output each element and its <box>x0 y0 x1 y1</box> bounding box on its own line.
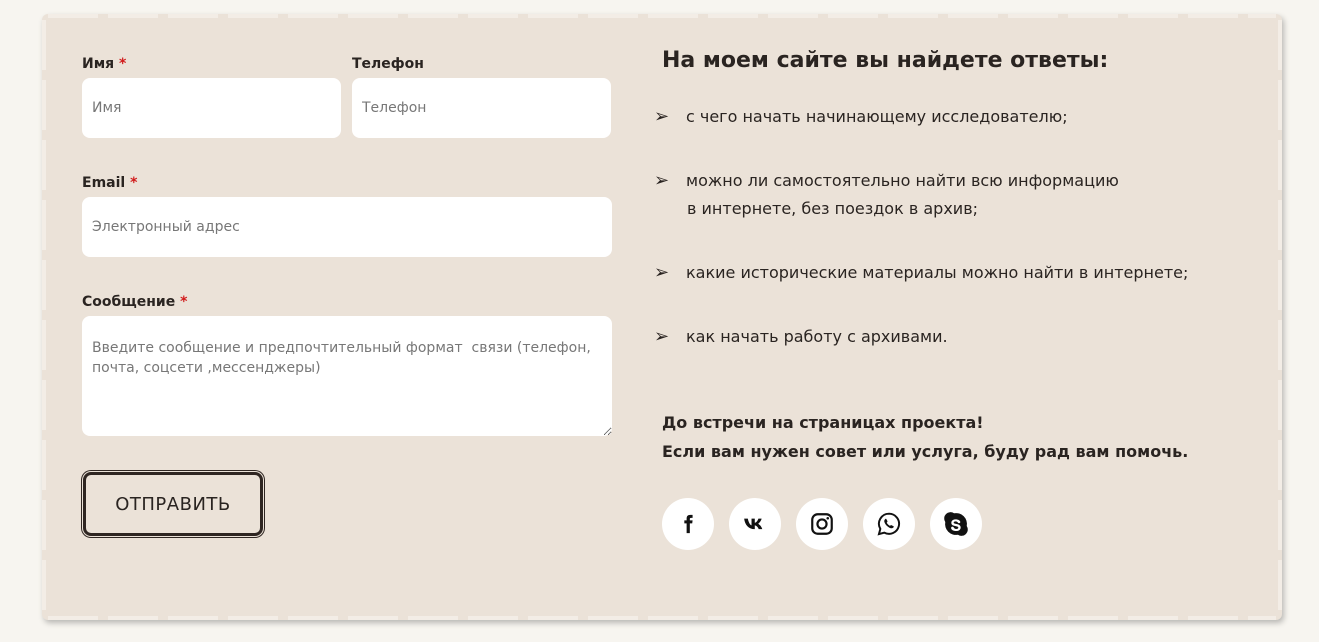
list-item-text: какие исторические материалы можно найти… <box>686 263 1189 282</box>
message-label: Сообщение * <box>82 294 187 310</box>
email-input[interactable] <box>82 197 612 257</box>
arrow-bullet-icon: ➢ <box>654 326 670 347</box>
arrow-bullet-icon: ➢ <box>654 262 670 283</box>
vk-link[interactable] <box>729 498 781 550</box>
submit-button[interactable]: ОТПРАВИТЬ <box>83 472 263 536</box>
name-label-text: Имя <box>82 56 115 72</box>
list-item-text: как начать работу с архивами. <box>686 327 948 346</box>
arrow-bullet-icon: ➢ <box>654 170 670 191</box>
phone-label: Телефон <box>352 56 424 72</box>
list-item: ➢ можно ли самостоятельно найти всю инфор… <box>654 168 1119 194</box>
card-border-right <box>1278 20 1282 614</box>
required-mark: * <box>119 56 127 72</box>
closing-line-1: До встречи на страницах проекта! <box>662 413 984 432</box>
required-mark: * <box>180 294 188 310</box>
instagram-icon <box>811 513 833 535</box>
card-border-left <box>42 20 46 614</box>
instagram-link[interactable] <box>796 498 848 550</box>
list-item: ➢ какие исторические материалы можно найт… <box>654 260 1188 286</box>
list-item: ➢ с чего начать начинающему исследователю… <box>654 104 1068 130</box>
facebook-link[interactable] <box>662 498 714 550</box>
list-item-text: в интернете, без поездок в архив; <box>687 199 979 218</box>
info-heading: На моем сайте вы найдете ответы: <box>662 48 1109 73</box>
card-border-top <box>48 14 1276 18</box>
whatsapp-icon <box>877 512 901 536</box>
email-label: Email * <box>82 175 137 191</box>
email-label-text: Email <box>82 175 126 191</box>
closing-text: До встречи на страницах проекта! Если ва… <box>662 408 1188 466</box>
closing-line-2: Если вам нужен совет или услуга, буду ра… <box>662 442 1189 461</box>
list-item-text: можно ли самостоятельно найти всю информ… <box>686 171 1119 190</box>
message-textarea[interactable] <box>82 316 612 436</box>
list-item-text: с чего начать начинающему исследователю; <box>686 107 1068 126</box>
vk-icon <box>744 518 763 530</box>
whatsapp-link[interactable] <box>863 498 915 550</box>
card-border-bottom <box>48 616 1276 620</box>
message-label-text: Сообщение <box>82 294 176 310</box>
arrow-bullet-icon: ➢ <box>654 106 670 127</box>
list-item-continuation: в интернете, без поездок в архив; <box>687 196 978 222</box>
list-item: ➢ как начать работу с архивами. <box>654 324 948 350</box>
skype-icon <box>944 512 968 536</box>
name-label: Имя * <box>82 56 126 72</box>
phone-label-text: Телефон <box>352 56 424 72</box>
name-input[interactable] <box>82 78 341 138</box>
skype-link[interactable] <box>930 498 982 550</box>
phone-input[interactable] <box>352 78 611 138</box>
facebook-icon <box>684 514 693 534</box>
required-mark: * <box>130 175 138 191</box>
